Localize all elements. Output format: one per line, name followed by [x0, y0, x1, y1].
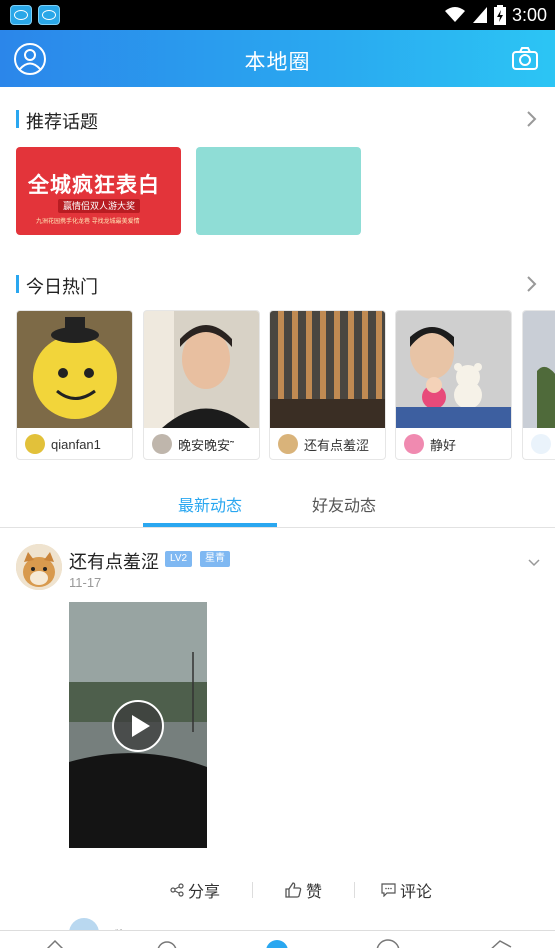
hot-card[interactable]: 还有点羞涩 [269, 310, 386, 460]
share-label: 分享 [188, 884, 221, 901]
bottom-navigation [0, 930, 555, 948]
banner-headline: 全城疯狂表白 [28, 174, 160, 197]
avatar[interactable] [16, 544, 62, 590]
avatar [278, 434, 298, 454]
recommended-topics-header[interactable]: 推荐话题 [16, 106, 539, 132]
status-time: 3:00 [511, 4, 547, 25]
section-accent-bar [16, 275, 19, 293]
message-icon[interactable] [373, 937, 403, 948]
post-date: 11-17 [69, 575, 102, 590]
share-icon [170, 883, 184, 897]
hot-card[interactable]: 晚安晚安˜ [143, 310, 260, 460]
hot-card[interactable]: qianfan1 [16, 310, 133, 460]
hot-card[interactable] [522, 310, 555, 460]
post-video[interactable] [69, 602, 207, 848]
avatar [531, 434, 551, 454]
section-title: 今日热门 [26, 277, 98, 297]
like-button[interactable]: 赞 [284, 880, 323, 901]
play-icon [132, 715, 150, 737]
camera-icon[interactable] [507, 41, 543, 77]
divider [354, 882, 355, 898]
hot-user-name: qianfan1 [51, 436, 101, 452]
hot-card-image [523, 311, 555, 428]
topic-banner[interactable]: 全城疯狂表白 赢情侣双人游大奖 九洲花园携手化龙巷 寻找龙城最美爱情 [16, 147, 181, 235]
like-label: 赞 [306, 884, 323, 901]
battery-icon [493, 5, 506, 25]
app-header: 本地圈 [0, 30, 555, 87]
topic-banner[interactable] [196, 147, 361, 235]
hot-user-name: 静好 [430, 437, 457, 453]
home-icon[interactable] [40, 937, 70, 948]
hot-user-name: 还有点羞涩 [304, 437, 370, 453]
thumbs-up-icon [285, 882, 302, 898]
chevron-down-icon[interactable] [527, 558, 541, 568]
post-actions: 分享 赞 评论 [150, 876, 450, 904]
banner-pill: 赢情侣双人游大奖 [58, 199, 141, 213]
local-circle-icon[interactable] [262, 937, 292, 948]
tab-friends[interactable]: 好友动态 [277, 492, 411, 515]
tab-latest[interactable]: 最新动态 [143, 492, 277, 515]
rank-badge: 星青 [200, 551, 230, 567]
hot-user-name: 晚安晚安˜ [178, 437, 235, 453]
chevron-right-icon[interactable] [525, 274, 539, 294]
post-author-name[interactable]: 还有点羞涩 [69, 548, 159, 574]
chevron-right-icon[interactable] [525, 109, 539, 129]
hot-card-image [144, 311, 259, 428]
hot-card-image [17, 311, 132, 428]
me-icon[interactable] [485, 937, 515, 948]
divider [0, 527, 555, 528]
play-button[interactable] [112, 700, 164, 752]
discover-icon[interactable] [152, 937, 182, 948]
fox-app-icon [10, 5, 32, 25]
hot-card[interactable]: 静好 [395, 310, 512, 460]
comment-label: 评论 [400, 884, 433, 901]
share-button[interactable]: 分享 [170, 880, 221, 901]
section-title: 推荐话题 [26, 112, 98, 132]
banner-subtext: 九洲花园携手化龙巷 寻找龙城最美爱情 [36, 219, 140, 225]
avatar [152, 434, 172, 454]
comment-button[interactable]: 评论 [381, 880, 433, 901]
status-bar: 3:00 [0, 0, 555, 30]
wifi-icon [444, 7, 465, 22]
divider [252, 882, 253, 898]
hot-card-image [270, 311, 385, 428]
fox-app-icon [38, 5, 60, 25]
avatar [404, 434, 424, 454]
page-title: 本地圈 [244, 51, 311, 74]
avatar [25, 434, 45, 454]
hot-today-header[interactable]: 今日热门 [16, 271, 539, 297]
section-accent-bar [16, 110, 19, 128]
comment-icon [381, 883, 396, 897]
signal-icon [472, 7, 487, 23]
hot-card-image [396, 311, 511, 428]
level-badge: LV2 [165, 551, 193, 567]
